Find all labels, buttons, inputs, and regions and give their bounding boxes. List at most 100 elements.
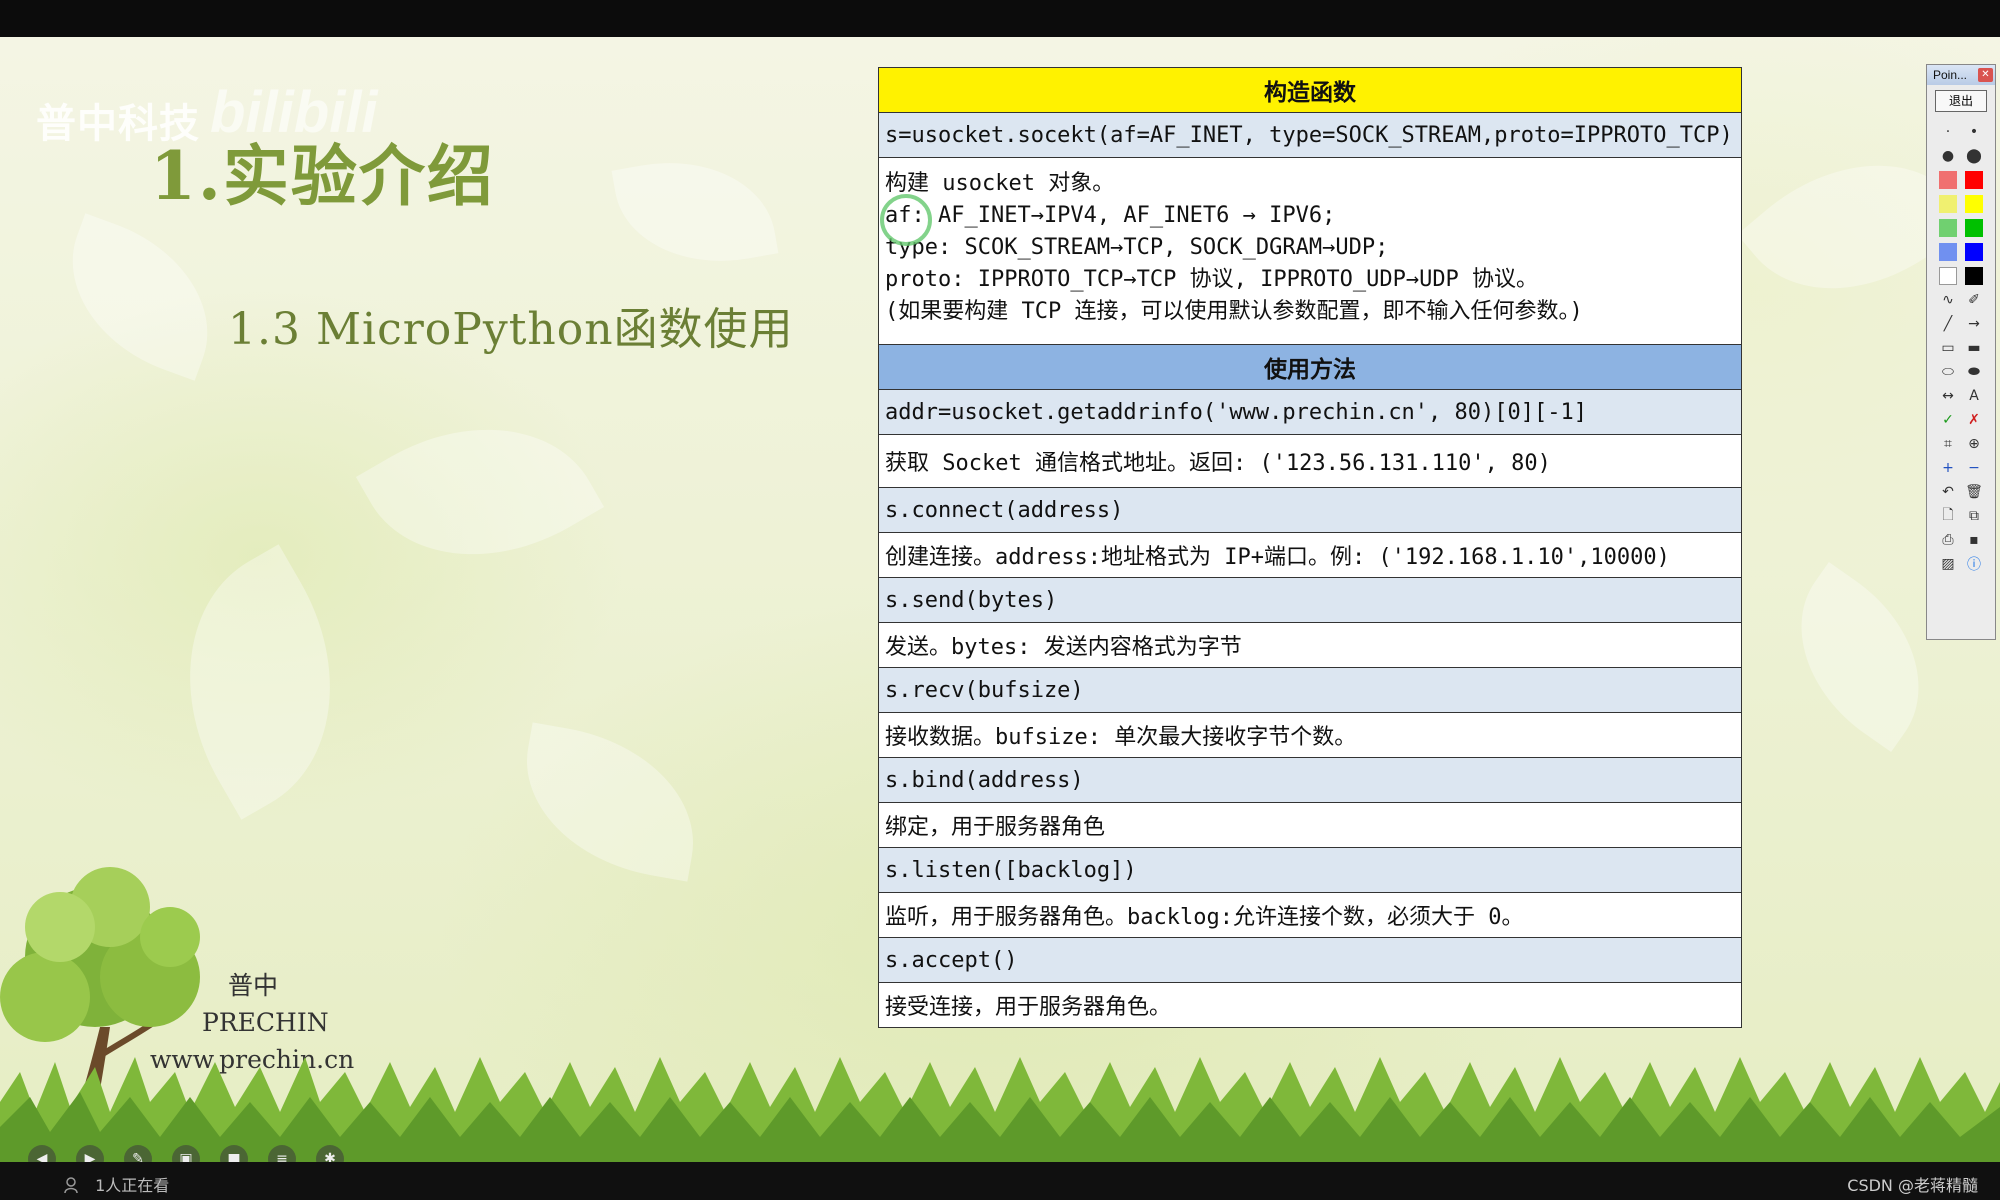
check-icon[interactable]: ✓ [1937, 409, 1959, 430]
color-swatch[interactable] [1963, 265, 1985, 286]
palette-titlebar[interactable]: Poin... ✕ [1927, 65, 1995, 85]
constructor-description: 构建 usocket 对象。 af: AF_INET→IPV4, AF_INET… [878, 157, 1742, 345]
method-code: s.bind(address) [878, 757, 1742, 803]
large-dot-icon[interactable]: ● [1937, 145, 1959, 166]
color-swatch[interactable] [1963, 169, 1985, 190]
xlarge-dot-icon[interactable]: ⬤ [1963, 145, 1985, 166]
viewer-count-text: 1人正在看 [95, 1176, 170, 1195]
rectangle-icon[interactable]: ▭ [1937, 337, 1959, 358]
method-description: 接收数据。bufsize: 单次最大接收字节个数。 [878, 712, 1742, 758]
text-icon[interactable]: A [1963, 385, 1985, 406]
print-icon[interactable]: ⎙ [1937, 529, 1959, 550]
small-dot-icon[interactable]: · [1937, 121, 1959, 142]
marker-icon[interactable]: ✐ [1963, 289, 1985, 310]
zoom-icon[interactable]: ⊕ [1963, 433, 1985, 454]
method-code: s.recv(bufsize) [878, 667, 1742, 713]
color-swatch-black [1965, 266, 1983, 285]
viewers-icon [64, 1177, 78, 1193]
save-icon[interactable]: ▪ [1963, 529, 1985, 550]
camera-icon[interactable]: ■ [220, 1145, 248, 1162]
player-controls: ◀ ▶ ✎ ▣ ■ ≡ ✱ [28, 1145, 344, 1162]
filled-ellipse-icon[interactable]: ⬬ [1963, 361, 1985, 382]
filled-rectangle-icon[interactable]: ▬ [1963, 337, 1985, 358]
arrow-icon[interactable]: → [1963, 313, 1985, 334]
color-swatch-green [1965, 218, 1983, 237]
palette-tools: · • ● ⬤ ∿ ✐ ╱ → ▭ ▬ ⬭ ⬬ ↔ A ✓ ✗ ⌗ ⊕ + − … [1927, 117, 1995, 578]
method-description: 创建连接。address:地址格式为 IP+端口。例: ('192.168.1.… [878, 532, 1742, 578]
color-swatch[interactable] [1963, 193, 1985, 214]
trash-icon[interactable]: 🗑 [1963, 481, 1985, 502]
copy-icon[interactable]: ⧉ [1963, 505, 1985, 526]
slide-title: 1.实验介绍 [150, 137, 495, 215]
constructor-code: s=usocket.socekt(af=AF_INET, type=SOCK_S… [878, 112, 1742, 158]
color-swatch[interactable] [1937, 241, 1959, 262]
undo-icon[interactable]: ↶ [1937, 481, 1959, 502]
color-swatch-light-blue [1939, 242, 1957, 261]
screenshot-icon[interactable]: ▣ [172, 1145, 200, 1162]
color-swatch-white [1939, 266, 1957, 285]
subtitle-icon[interactable]: ≡ [268, 1145, 296, 1162]
line-icon[interactable]: ╱ [1937, 313, 1959, 334]
constructor-desc-line: type: SCOK_STREAM→TCP, SOCK_DGRAM→UDP; [885, 235, 1389, 260]
constructor-desc-line: af: AF_INET→IPV4, AF_INET6 → IPV6; [885, 203, 1336, 228]
minus-icon[interactable]: − [1963, 457, 1985, 478]
constructor-desc-line: (如果要构建 TCP 连接，可以使用默认参数配置，即不输入任何参数。) [885, 299, 1583, 324]
method-description: 发送。bytes: 发送内容格式为字节 [878, 622, 1742, 668]
video-top-bar [0, 0, 2000, 37]
medium-dot-icon[interactable]: • [1963, 121, 1985, 142]
background-leaf [131, 544, 389, 820]
color-swatch-light-yellow [1939, 194, 1957, 213]
color-swatch[interactable] [1963, 241, 1985, 262]
palette-title: Poin... [1933, 68, 1968, 82]
method-code: addr=usocket.getaddrinfo('www.prechin.cn… [878, 389, 1742, 435]
method-description: 获取 Socket 通信格式地址。返回: ('123.56.131.110', … [878, 434, 1742, 488]
method-code: s.accept() [878, 937, 1742, 983]
color-swatch[interactable] [1937, 193, 1959, 214]
brand-chinese-name: 普中 [228, 971, 279, 1000]
method-description: 接受连接，用于服务器角色。 [878, 982, 1742, 1028]
usage-header: 使用方法 [878, 344, 1742, 390]
constructor-header: 构造函数 [878, 67, 1742, 113]
pointofix-palette: Poin... ✕ 退出 · • ● ⬤ ∿ ✐ ╱ → ▭ ▬ ⬭ ⬬ ↔ A… [1926, 64, 1996, 640]
plus-icon[interactable]: + [1937, 457, 1959, 478]
color-swatch-blue [1965, 242, 1983, 261]
pen-icon[interactable]: ✎ [124, 1145, 152, 1162]
color-swatch[interactable] [1937, 265, 1959, 286]
constructor-desc-line: proto: IPPROTO_TCP→TCP 协议, IPPROTO_UDP→U… [885, 267, 1539, 292]
ellipse-icon[interactable]: ⬭ [1937, 361, 1959, 382]
constructor-desc-line: 构建 usocket 对象。 [885, 171, 1115, 196]
background-leaf [611, 144, 779, 280]
pointer-highlight-ring [880, 194, 932, 246]
method-code: s.listen([backlog]) [878, 847, 1742, 893]
method-description: 监听，用于服务器角色。backlog:允许连接个数，必须大于 0。 [878, 892, 1742, 938]
slide-subtitle: 1.3 MicroPython函数使用 [228, 304, 794, 355]
cross-icon[interactable]: ✗ [1963, 409, 1985, 430]
info-icon[interactable]: ⓘ [1963, 553, 1985, 574]
color-swatch-light-red [1939, 170, 1957, 189]
background-leaf [44, 213, 236, 381]
method-code: s.connect(address) [878, 487, 1742, 533]
color-swatch[interactable] [1963, 217, 1985, 238]
brand-english-name: PRECHIN [202, 1008, 329, 1037]
color-swatch-red [1965, 170, 1983, 189]
double-arrow-icon[interactable]: ↔ [1937, 385, 1959, 406]
previous-icon[interactable]: ◀ [28, 1145, 56, 1162]
background-leaf [510, 722, 710, 882]
image-icon[interactable]: ▨ [1937, 553, 1959, 574]
settings-icon[interactable]: ✱ [316, 1145, 344, 1162]
crop-icon[interactable]: ⌗ [1937, 433, 1959, 454]
new-page-icon[interactable]: 🗋 [1937, 505, 1959, 526]
color-swatch-light-green [1939, 218, 1957, 237]
play-icon[interactable]: ▶ [76, 1145, 104, 1162]
palette-exit-button[interactable]: 退出 [1935, 90, 1987, 112]
method-description: 绑定，用于服务器角色 [878, 802, 1742, 848]
source-credit: CSDN @老蒋精髓 [1847, 1176, 1978, 1195]
color-swatch[interactable] [1937, 217, 1959, 238]
viewer-count: 1人正在看 [64, 1172, 169, 1196]
color-swatch-yellow [1965, 194, 1983, 213]
close-icon[interactable]: ✕ [1978, 68, 1993, 82]
color-swatch[interactable] [1937, 169, 1959, 190]
method-code: s.send(bytes) [878, 577, 1742, 623]
background-leaf [355, 377, 605, 607]
freehand-icon[interactable]: ∿ [1937, 289, 1959, 310]
